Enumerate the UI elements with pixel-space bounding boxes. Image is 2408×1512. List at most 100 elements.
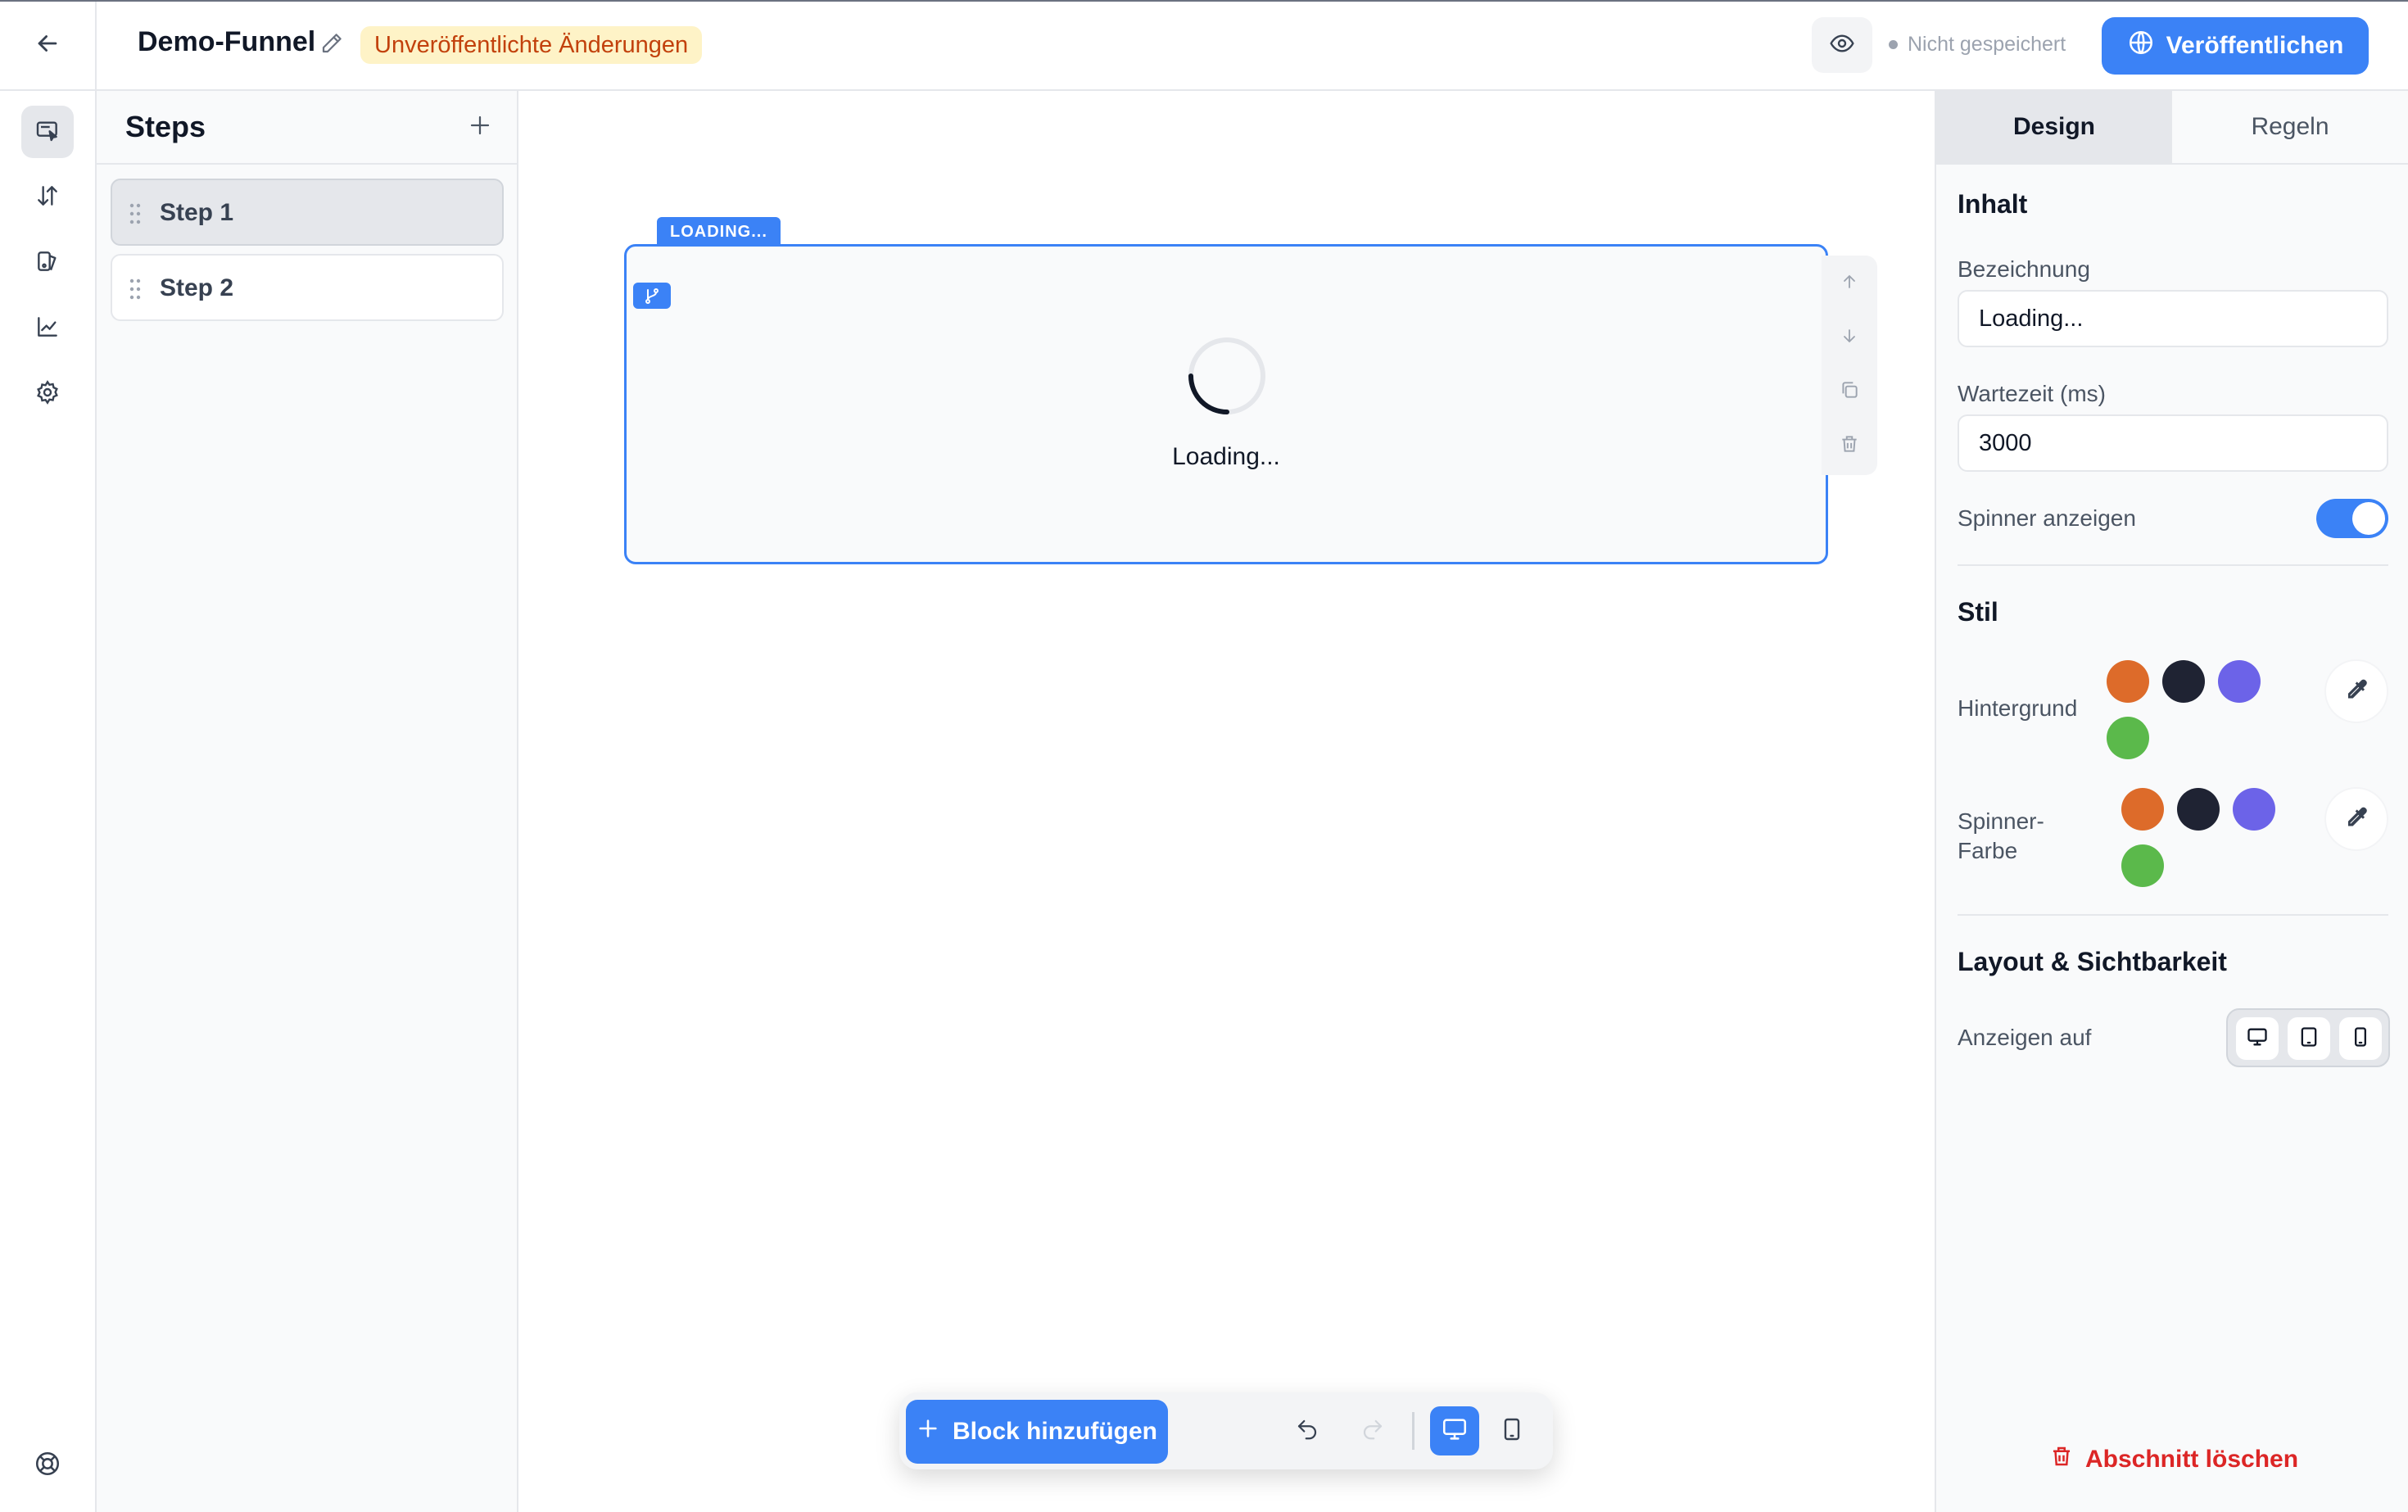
theme-icon bbox=[34, 248, 61, 278]
toolbar-divider bbox=[1412, 1412, 1414, 1450]
show-mobile-button[interactable] bbox=[2339, 1017, 2382, 1060]
save-status: Nicht gespeichert bbox=[1889, 33, 2066, 57]
style-section-title: Stil bbox=[1958, 597, 1998, 627]
label-input[interactable] bbox=[1958, 290, 2388, 347]
duplicate-button[interactable] bbox=[1833, 375, 1866, 408]
spinner-swatch-green[interactable] bbox=[2121, 844, 2164, 887]
step-item-2[interactable]: Step 2 bbox=[111, 254, 504, 321]
step-item-1[interactable]: Step 1 bbox=[111, 179, 504, 246]
background-label: Hintergrund bbox=[1958, 695, 2078, 721]
pencil-icon[interactable] bbox=[319, 31, 344, 60]
tab-design[interactable]: Design bbox=[1936, 91, 2172, 163]
background-swatch-dark[interactable] bbox=[2162, 660, 2205, 703]
properties-panel: Design Regeln Inhalt Bezeichnung Warteze… bbox=[1935, 91, 2408, 1512]
add-step-button[interactable] bbox=[462, 109, 498, 145]
section-divider bbox=[1958, 564, 2388, 566]
show-desktop-button[interactable] bbox=[2236, 1017, 2279, 1060]
mobile-view-button[interactable] bbox=[1487, 1406, 1537, 1455]
chart-icon bbox=[34, 314, 61, 344]
background-swatch-orange[interactable] bbox=[2107, 660, 2149, 703]
background-swatch-purple[interactable] bbox=[2218, 660, 2261, 703]
arrow-up-icon bbox=[1840, 272, 1859, 296]
spinner-icon bbox=[1188, 337, 1265, 414]
copy-icon bbox=[1839, 379, 1860, 405]
block-actions bbox=[1822, 256, 1877, 475]
rail-flow[interactable] bbox=[21, 171, 74, 224]
save-status-text: Nicht gespeichert bbox=[1908, 33, 2066, 56]
tablet-icon bbox=[2297, 1025, 2320, 1053]
steps-header: Steps bbox=[97, 91, 517, 165]
monitor-icon bbox=[1441, 1415, 1469, 1447]
phone-icon bbox=[1499, 1416, 1525, 1446]
add-block-label: Block hinzufügen bbox=[953, 1418, 1157, 1445]
phone-icon bbox=[2349, 1025, 2372, 1053]
delete-block-button[interactable] bbox=[1833, 429, 1866, 462]
rail-help[interactable] bbox=[21, 1439, 74, 1492]
spinner-swatch-purple[interactable] bbox=[2233, 788, 2275, 831]
loading-block[interactable]: Loading... bbox=[624, 244, 1828, 564]
spinner-color-label-2: Farbe bbox=[1958, 838, 2018, 863]
desktop-view-button[interactable] bbox=[1430, 1406, 1479, 1455]
status-dot bbox=[1889, 40, 1898, 49]
tab-rules[interactable]: Regeln bbox=[2172, 91, 2408, 163]
spinner-swatch-orange[interactable] bbox=[2121, 788, 2164, 831]
undo-icon bbox=[1295, 1417, 1319, 1446]
plus-icon bbox=[468, 113, 492, 142]
show-on-label: Anzeigen auf bbox=[1958, 1025, 2092, 1050]
back-button[interactable] bbox=[0, 2, 97, 89]
swap-vertical-icon bbox=[34, 183, 61, 213]
rail-editor[interactable] bbox=[21, 106, 74, 158]
editor-icon bbox=[34, 117, 61, 147]
delete-section-button[interactable]: Abschnitt löschen bbox=[2049, 1444, 2298, 1475]
step-label: Step 2 bbox=[160, 274, 234, 301]
spinner-toggle-label: Spinner anzeigen bbox=[1958, 505, 2136, 531]
background-swatch-green[interactable] bbox=[2107, 717, 2149, 759]
step-label: Step 1 bbox=[160, 199, 234, 226]
publish-button[interactable]: Veröffentlichen bbox=[2102, 17, 2369, 75]
wait-time-label: Wartezeit (ms) bbox=[1958, 381, 2106, 406]
branch-icon[interactable] bbox=[633, 283, 671, 309]
add-block-button[interactable]: Block hinzufügen bbox=[906, 1400, 1168, 1464]
move-up-button[interactable] bbox=[1833, 267, 1866, 300]
app-root: Demo-Funnel Unveröffentlichte Änderungen… bbox=[0, 0, 2408, 1512]
trash-icon bbox=[2049, 1444, 2074, 1475]
layout-section-title: Layout & Sichtbarkeit bbox=[1958, 947, 2227, 976]
background-color-picker[interactable] bbox=[2324, 659, 2388, 723]
redo-icon bbox=[1360, 1417, 1385, 1446]
toggle-knob bbox=[2352, 502, 2385, 535]
help-icon bbox=[34, 1450, 61, 1482]
delete-section-label: Abschnitt löschen bbox=[2085, 1446, 2299, 1473]
publish-label: Veröffentlichen bbox=[2166, 32, 2344, 59]
bottom-toolbar: Block hinzufügen bbox=[899, 1392, 1553, 1469]
drag-handle-icon[interactable] bbox=[127, 278, 143, 305]
move-down-button[interactable] bbox=[1833, 321, 1866, 354]
wait-time-input[interactable] bbox=[1958, 414, 2388, 472]
visibility-device-group bbox=[2226, 1008, 2390, 1067]
steps-panel: Steps Step 1 Step 2 bbox=[97, 91, 518, 1512]
spinner-color-label-1: Spinner- bbox=[1958, 808, 2044, 834]
trash-icon bbox=[1839, 433, 1860, 459]
spinner-toggle[interactable] bbox=[2316, 499, 2388, 538]
rail-analytics[interactable] bbox=[21, 302, 74, 355]
block-loading-text: Loading... bbox=[1172, 443, 1280, 470]
section-divider bbox=[1958, 914, 2388, 916]
show-tablet-button[interactable] bbox=[2288, 1017, 2330, 1060]
block-type-tag: LOADING... bbox=[657, 217, 781, 247]
spinner-swatch-dark[interactable] bbox=[2177, 788, 2220, 831]
undo-button[interactable] bbox=[1283, 1406, 1332, 1455]
spinner-color-picker[interactable] bbox=[2324, 787, 2388, 851]
settings-icon bbox=[34, 379, 61, 410]
icon-rail bbox=[0, 91, 97, 1512]
content-section-title: Inhalt bbox=[1958, 189, 2028, 219]
steps-title: Steps bbox=[125, 110, 206, 143]
arrow-down-icon bbox=[1840, 326, 1859, 350]
plus-icon bbox=[917, 1417, 939, 1446]
unsaved-changes-badge: Unveröffentlichte Änderungen bbox=[360, 26, 703, 64]
drag-handle-icon[interactable] bbox=[127, 202, 143, 229]
eyedropper-icon bbox=[2342, 803, 2371, 836]
preview-button[interactable] bbox=[1812, 17, 1872, 73]
redo-button[interactable] bbox=[1348, 1406, 1397, 1455]
eye-icon bbox=[1829, 30, 1855, 61]
rail-theme[interactable] bbox=[21, 237, 74, 289]
rail-settings[interactable] bbox=[21, 368, 74, 420]
